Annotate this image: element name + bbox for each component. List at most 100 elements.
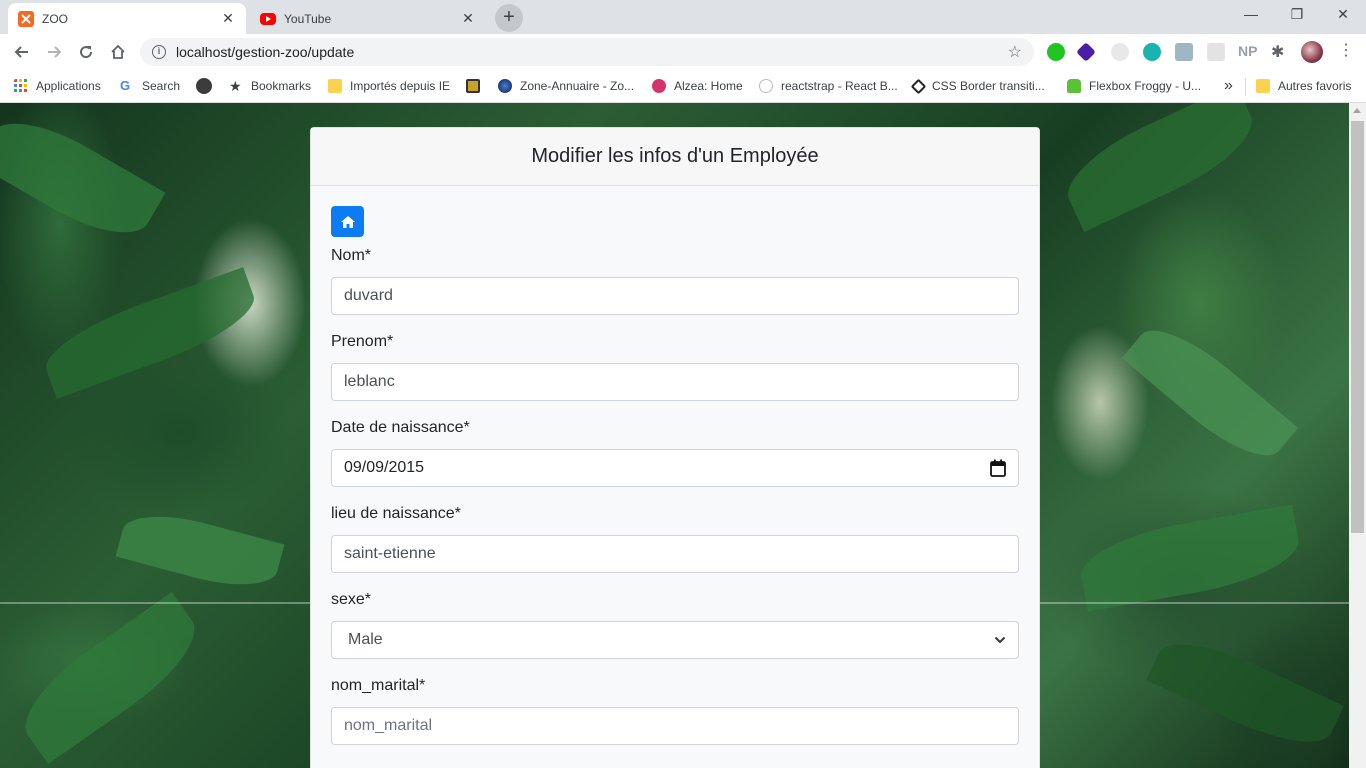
bookmark-label: Zone-Annuaire - Zo... — [520, 79, 635, 93]
bookmark-yellow-square[interactable] — [466, 76, 488, 96]
bookmark-label: Alzea: Home — [674, 79, 743, 93]
url-text: localhost/gestion-zoo/update — [176, 44, 355, 60]
bookmarks-bar: Applications G Search ★ Bookmarks Import… — [0, 70, 1366, 103]
nom-marital-label: nom_marital* — [331, 677, 426, 694]
nom-marital-placeholder: nom_marital — [344, 717, 433, 734]
bookmarks-overflow-chevron-icon[interactable]: » — [1224, 76, 1233, 96]
bookmark-label: Importés depuis IE — [350, 79, 451, 93]
bookmark-autres-favoris[interactable]: Autres favoris — [1256, 76, 1351, 96]
date-naissance-input[interactable]: 09/09/2015 — [331, 449, 1019, 487]
sexe-select[interactable]: Male — [331, 621, 1019, 659]
nom-value: duvard — [344, 287, 393, 304]
extension-ebay-icon[interactable] — [1111, 43, 1129, 61]
bookmark-star-icon[interactable]: ☆ — [1008, 42, 1022, 62]
apps-grid-icon — [14, 79, 27, 92]
back-arrow-icon — [14, 46, 28, 58]
forward-button[interactable] — [40, 38, 68, 66]
codepen-icon — [910, 78, 927, 94]
foliage-leaf — [8, 591, 212, 765]
bookmark-dark-circle[interactable] — [196, 76, 220, 96]
bookmark-applications[interactable]: Applications — [14, 76, 101, 96]
extension-green-icon[interactable] — [1047, 43, 1065, 61]
menu-kebab-icon[interactable]: ⋮ — [1338, 40, 1354, 60]
minimize-icon[interactable]: — — [1228, 0, 1274, 30]
reload-button[interactable] — [72, 38, 100, 66]
scrollbar-thumb[interactable] — [1351, 121, 1364, 533]
extension-purple-icon[interactable] — [1076, 42, 1096, 62]
bookmark-label: Autres favoris — [1278, 79, 1352, 93]
bookmark-importes-depuis-ie[interactable]: Importés depuis IE — [328, 76, 450, 96]
date-naissance-value: 09/09/2015 — [344, 459, 425, 476]
profile-avatar-icon[interactable] — [1301, 41, 1323, 63]
back-button[interactable] — [8, 38, 36, 66]
tab-title: YouTube — [284, 11, 332, 26]
calendar-icon[interactable] — [990, 459, 1006, 477]
bookmark-alzea[interactable]: Alzea: Home — [652, 76, 743, 96]
page-background: Modifier les infos d'un Employée Nom* du… — [0, 103, 1349, 768]
bookmark-css-border[interactable]: CSS Border transiti... — [910, 76, 1045, 96]
close-tab-icon[interactable]: ✕ — [460, 10, 476, 27]
frog-icon — [1067, 79, 1081, 93]
forward-arrow-icon — [48, 46, 62, 58]
foliage-leaf — [1075, 504, 1305, 612]
site-info-icon[interactable]: i — [152, 45, 166, 59]
prenom-value: leblanc — [344, 373, 395, 390]
extension-gray-icon[interactable] — [1207, 43, 1225, 61]
scroll-up-arrow-icon[interactable] — [1353, 108, 1361, 113]
bookmark-label: Applications — [36, 79, 101, 93]
bookmark-zone-annuaire[interactable]: Zone-Annuaire - Zo... — [498, 76, 634, 96]
foliage-leaf — [36, 267, 264, 399]
restore-icon[interactable]: ❐ — [1274, 0, 1320, 30]
tab-zoo[interactable]: ZOO ✕ — [8, 3, 246, 34]
foliage-leaf — [1121, 312, 1299, 474]
sexe-label: sexe* — [331, 591, 372, 608]
sexe-selected-value: Male — [348, 631, 383, 648]
foliage-leaf — [1054, 103, 1266, 232]
extension-np-icon[interactable]: NP — [1238, 43, 1257, 59]
prenom-input[interactable]: leblanc — [331, 363, 1019, 401]
bookmark-label: Flexbox Froggy - U... — [1089, 79, 1202, 93]
star-icon: ★ — [229, 78, 242, 94]
page-scrollbar[interactable] — [1349, 103, 1366, 768]
dark-circle-icon — [196, 78, 212, 94]
prenom-label: Prenom* — [331, 333, 394, 350]
xampp-icon — [18, 10, 34, 27]
close-tab-icon[interactable]: ✕ — [220, 10, 236, 27]
bookmark-bookmarks[interactable]: ★ Bookmarks — [229, 76, 311, 96]
bookmark-label: Bookmarks — [251, 79, 312, 93]
reload-icon — [80, 46, 93, 59]
nom-marital-input[interactable]: nom_marital — [331, 707, 1019, 745]
home-icon — [340, 215, 355, 228]
foliage-leaf — [1146, 625, 1344, 761]
close-window-icon[interactable]: ✕ — [1320, 0, 1366, 30]
bookmark-flexbox-froggy[interactable]: Flexbox Froggy - U... — [1067, 76, 1201, 96]
extension-eyedropper-icon[interactable] — [1175, 43, 1193, 61]
browser-toolbar: i localhost/gestion-zoo/update ☆ NP ✱ ⋮ — [0, 34, 1366, 70]
home-outline-icon — [111, 44, 125, 59]
home-button[interactable] — [104, 38, 132, 66]
card-header: Modifier les infos d'un Employée — [311, 128, 1039, 186]
tab-strip: ZOO ✕ YouTube ✕ + — ❐ ✕ — [0, 0, 1366, 34]
address-bar[interactable]: i localhost/gestion-zoo/update ☆ — [140, 38, 1034, 66]
edit-employee-card: Modifier les infos d'un Employée Nom* du… — [310, 127, 1040, 768]
bookmark-reactstrap[interactable]: reactstrap - React B... — [759, 76, 898, 96]
bookmark-label: CSS Border transiti... — [932, 79, 1045, 93]
nom-label: Nom* — [331, 247, 372, 264]
tab-youtube[interactable]: YouTube ✕ — [250, 3, 486, 34]
foliage-leaf — [0, 103, 166, 254]
foliage-leaf — [115, 503, 285, 598]
extension-m-icon[interactable] — [1143, 43, 1161, 61]
react-icon — [759, 79, 773, 93]
bookmark-label: Search — [142, 79, 181, 93]
nom-input[interactable]: duvard — [331, 277, 1019, 315]
page-title: Modifier les infos d'un Employée — [531, 145, 819, 167]
bookmark-search[interactable]: G Search — [120, 76, 180, 96]
folder-icon — [1256, 79, 1270, 93]
tab-title: ZOO — [42, 11, 68, 26]
home-nav-button[interactable] — [331, 206, 364, 237]
folder-icon — [328, 79, 342, 93]
yellow-square-icon — [466, 79, 480, 93]
new-tab-button[interactable]: + — [495, 4, 523, 32]
lieu-naissance-input[interactable]: saint-etienne — [331, 535, 1019, 573]
extensions-puzzle-icon[interactable]: ✱ — [1271, 42, 1284, 62]
